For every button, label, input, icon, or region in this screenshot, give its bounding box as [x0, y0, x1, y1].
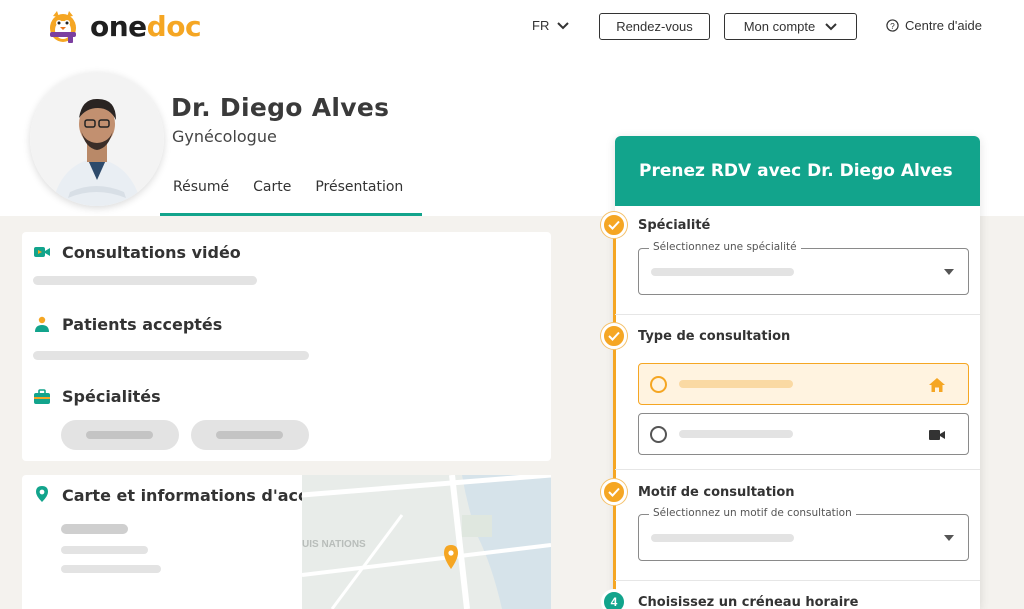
language-label: FR: [532, 18, 550, 33]
radio-button[interactable]: [650, 426, 667, 443]
specialty-select[interactable]: Sélectionnez une spécialité: [638, 241, 969, 295]
map-tiles: UIS NATIONS: [302, 475, 551, 609]
tab-summary[interactable]: Résumé: [160, 178, 241, 214]
language-selector[interactable]: FR: [532, 18, 570, 33]
step-reason-title: Motif de consultation: [638, 485, 795, 500]
address-placeholder: [61, 546, 148, 554]
specialties-title: Spécialités: [62, 387, 161, 406]
step-3-complete-icon: [601, 479, 627, 505]
active-tab-indicator: [160, 213, 422, 216]
doctor-avatar: [30, 72, 164, 206]
dropdown-caret-icon: [944, 269, 954, 275]
video-camera-icon: [34, 247, 50, 257]
doctor-photo: [30, 72, 164, 206]
step-divider: [615, 469, 980, 470]
help-center-label: Centre d'aide: [905, 18, 982, 33]
step-specialty-title: Spécialité: [638, 218, 711, 233]
help-center-link[interactable]: ? Centre d'aide: [886, 18, 982, 33]
account-button-label: Mon compte: [743, 19, 816, 34]
briefcase-icon: [34, 389, 50, 404]
address-placeholder: [61, 524, 128, 534]
penguin-logo-icon: [50, 11, 76, 43]
chevron-down-icon: [825, 22, 837, 30]
brand-name: onedoc: [90, 9, 202, 43]
svg-text:?: ?: [890, 21, 895, 31]
specialty-select-placeholder: [651, 268, 794, 276]
tab-presentation[interactable]: Présentation: [303, 178, 415, 214]
option-label-placeholder: [679, 380, 793, 388]
specialty-chip: [61, 420, 179, 450]
step-1-complete-icon: [601, 212, 627, 238]
appointments-button[interactable]: Rendez-vous: [599, 13, 710, 40]
video-camera-icon: [929, 430, 945, 440]
profile-tabs: Résumé Carte Présentation: [160, 178, 415, 216]
radio-button[interactable]: [650, 376, 667, 393]
reason-select[interactable]: Sélectionnez un motif de consultation: [638, 507, 969, 561]
onedoc-logo[interactable]: onedoc: [44, 8, 202, 44]
step-time-slot-title: Choisissez un créneau horaire: [638, 595, 859, 609]
location-pin-icon: [36, 486, 48, 502]
reason-select-label: Sélectionnez un motif de consultation: [649, 507, 856, 519]
video-info-placeholder: [33, 276, 257, 285]
chevron-down-icon: [557, 21, 570, 29]
address-placeholder: [61, 565, 161, 573]
patients-accepted-title: Patients acceptés: [62, 315, 223, 334]
video-consultations-title: Consultations vidéo: [62, 243, 241, 262]
specialty-select-label: Sélectionnez une spécialité: [649, 241, 801, 253]
specialty-chip: [191, 420, 309, 450]
dropdown-caret-icon: [944, 535, 954, 541]
account-button[interactable]: Mon compte: [724, 13, 857, 40]
map-info-title: Carte et informations d'accès: [62, 486, 328, 505]
patients-info-placeholder: [33, 351, 309, 360]
top-navbar: onedoc FR Rendez-vous Mon compte ? Centr…: [0, 0, 1024, 60]
consultation-option-video[interactable]: [638, 413, 969, 455]
step-consultation-type-title: Type de consultation: [638, 329, 791, 344]
location-map[interactable]: UIS NATIONS: [302, 475, 551, 609]
booking-header: Prenez RDV avec Dr. Diego Alves: [615, 136, 980, 206]
booking-steps-line: [613, 226, 616, 609]
reason-select-placeholder: [651, 534, 794, 542]
map-district-label: UIS NATIONS: [302, 539, 366, 550]
doctor-name: Dr. Diego Alves: [171, 93, 390, 122]
step-2-complete-icon: [601, 323, 627, 349]
patient-icon: [35, 316, 49, 332]
tab-map[interactable]: Carte: [241, 178, 303, 214]
home-icon: [929, 378, 945, 392]
help-circle-icon: ?: [886, 19, 899, 32]
step-4-number: 4: [601, 589, 627, 609]
doctor-specialty: Gynécologue: [172, 127, 277, 146]
step-divider: [615, 314, 980, 315]
booking-title: Prenez RDV avec Dr. Diego Alves: [639, 161, 953, 181]
step-divider: [615, 580, 980, 581]
option-label-placeholder: [679, 430, 793, 438]
consultation-option-in-person[interactable]: [638, 363, 969, 405]
appointments-button-label: Rendez-vous: [616, 19, 693, 34]
